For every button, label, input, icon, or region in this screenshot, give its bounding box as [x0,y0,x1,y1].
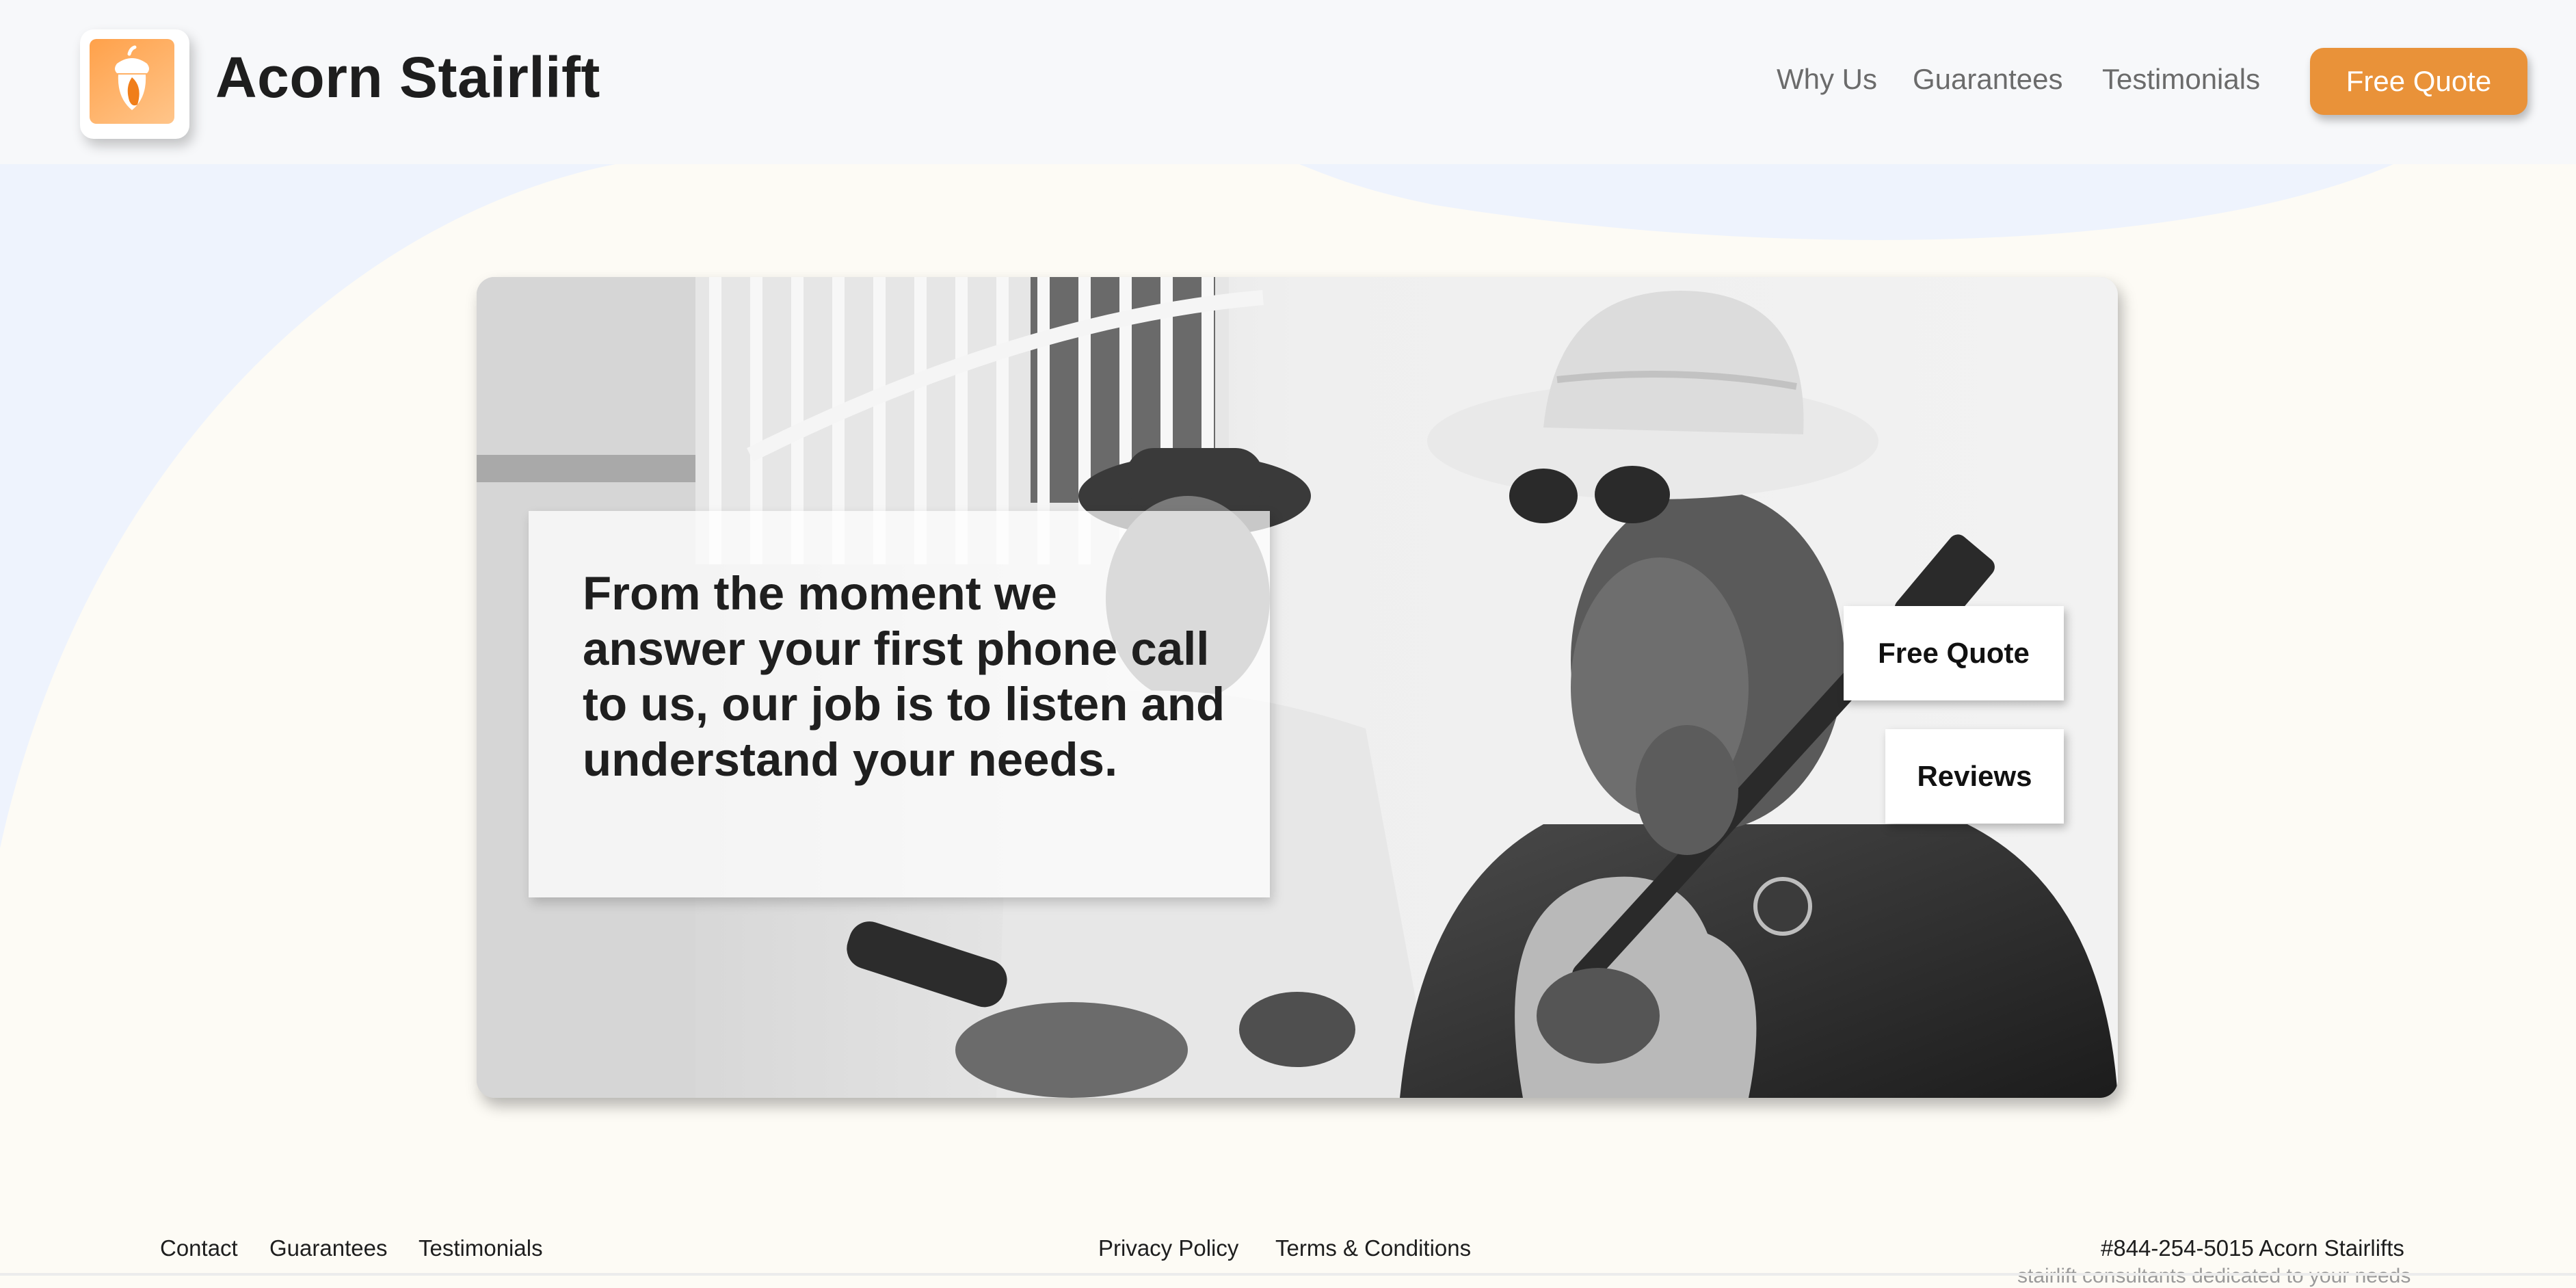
nav-why-us[interactable]: Why Us [1777,63,1877,96]
footer-link-privacy-policy[interactable]: Privacy Policy [1098,1235,1238,1261]
hero-banner: From the moment we answer your first pho… [477,277,2118,1098]
footer-divider [0,1273,2576,1276]
footer-link-guarantees[interactable]: Guarantees [269,1235,387,1261]
site-header: Acorn Stairlift Why Us Guarantees Testim… [0,0,2576,164]
hero-reviews-button[interactable]: Reviews [1885,729,2064,824]
free-quote-button[interactable]: Free Quote [2310,48,2527,115]
footer-link-terms[interactable]: Terms & Conditions [1275,1235,1471,1261]
footer-contact: #844-254-5015 Acorn Stairlifts [2101,1235,2404,1261]
hero-quote-box: From the moment we answer your first pho… [529,511,1270,897]
footer-link-testimonials[interactable]: Testimonials [419,1235,543,1261]
hero-free-quote-button[interactable]: Free Quote [1844,606,2064,700]
nav-guarantees[interactable]: Guarantees [1913,63,2062,96]
brand-name[interactable]: Acorn Stairlift [215,44,600,111]
footer-contact-sub: stairlift consultants dedicated to your … [2017,1265,2411,1287]
acorn-icon [115,45,149,110]
logo[interactable] [80,29,189,139]
nav-testimonials[interactable]: Testimonials [2102,63,2260,96]
hero-quote: From the moment we answer your first pho… [583,567,1225,786]
footer-link-contact[interactable]: Contact [160,1235,238,1261]
